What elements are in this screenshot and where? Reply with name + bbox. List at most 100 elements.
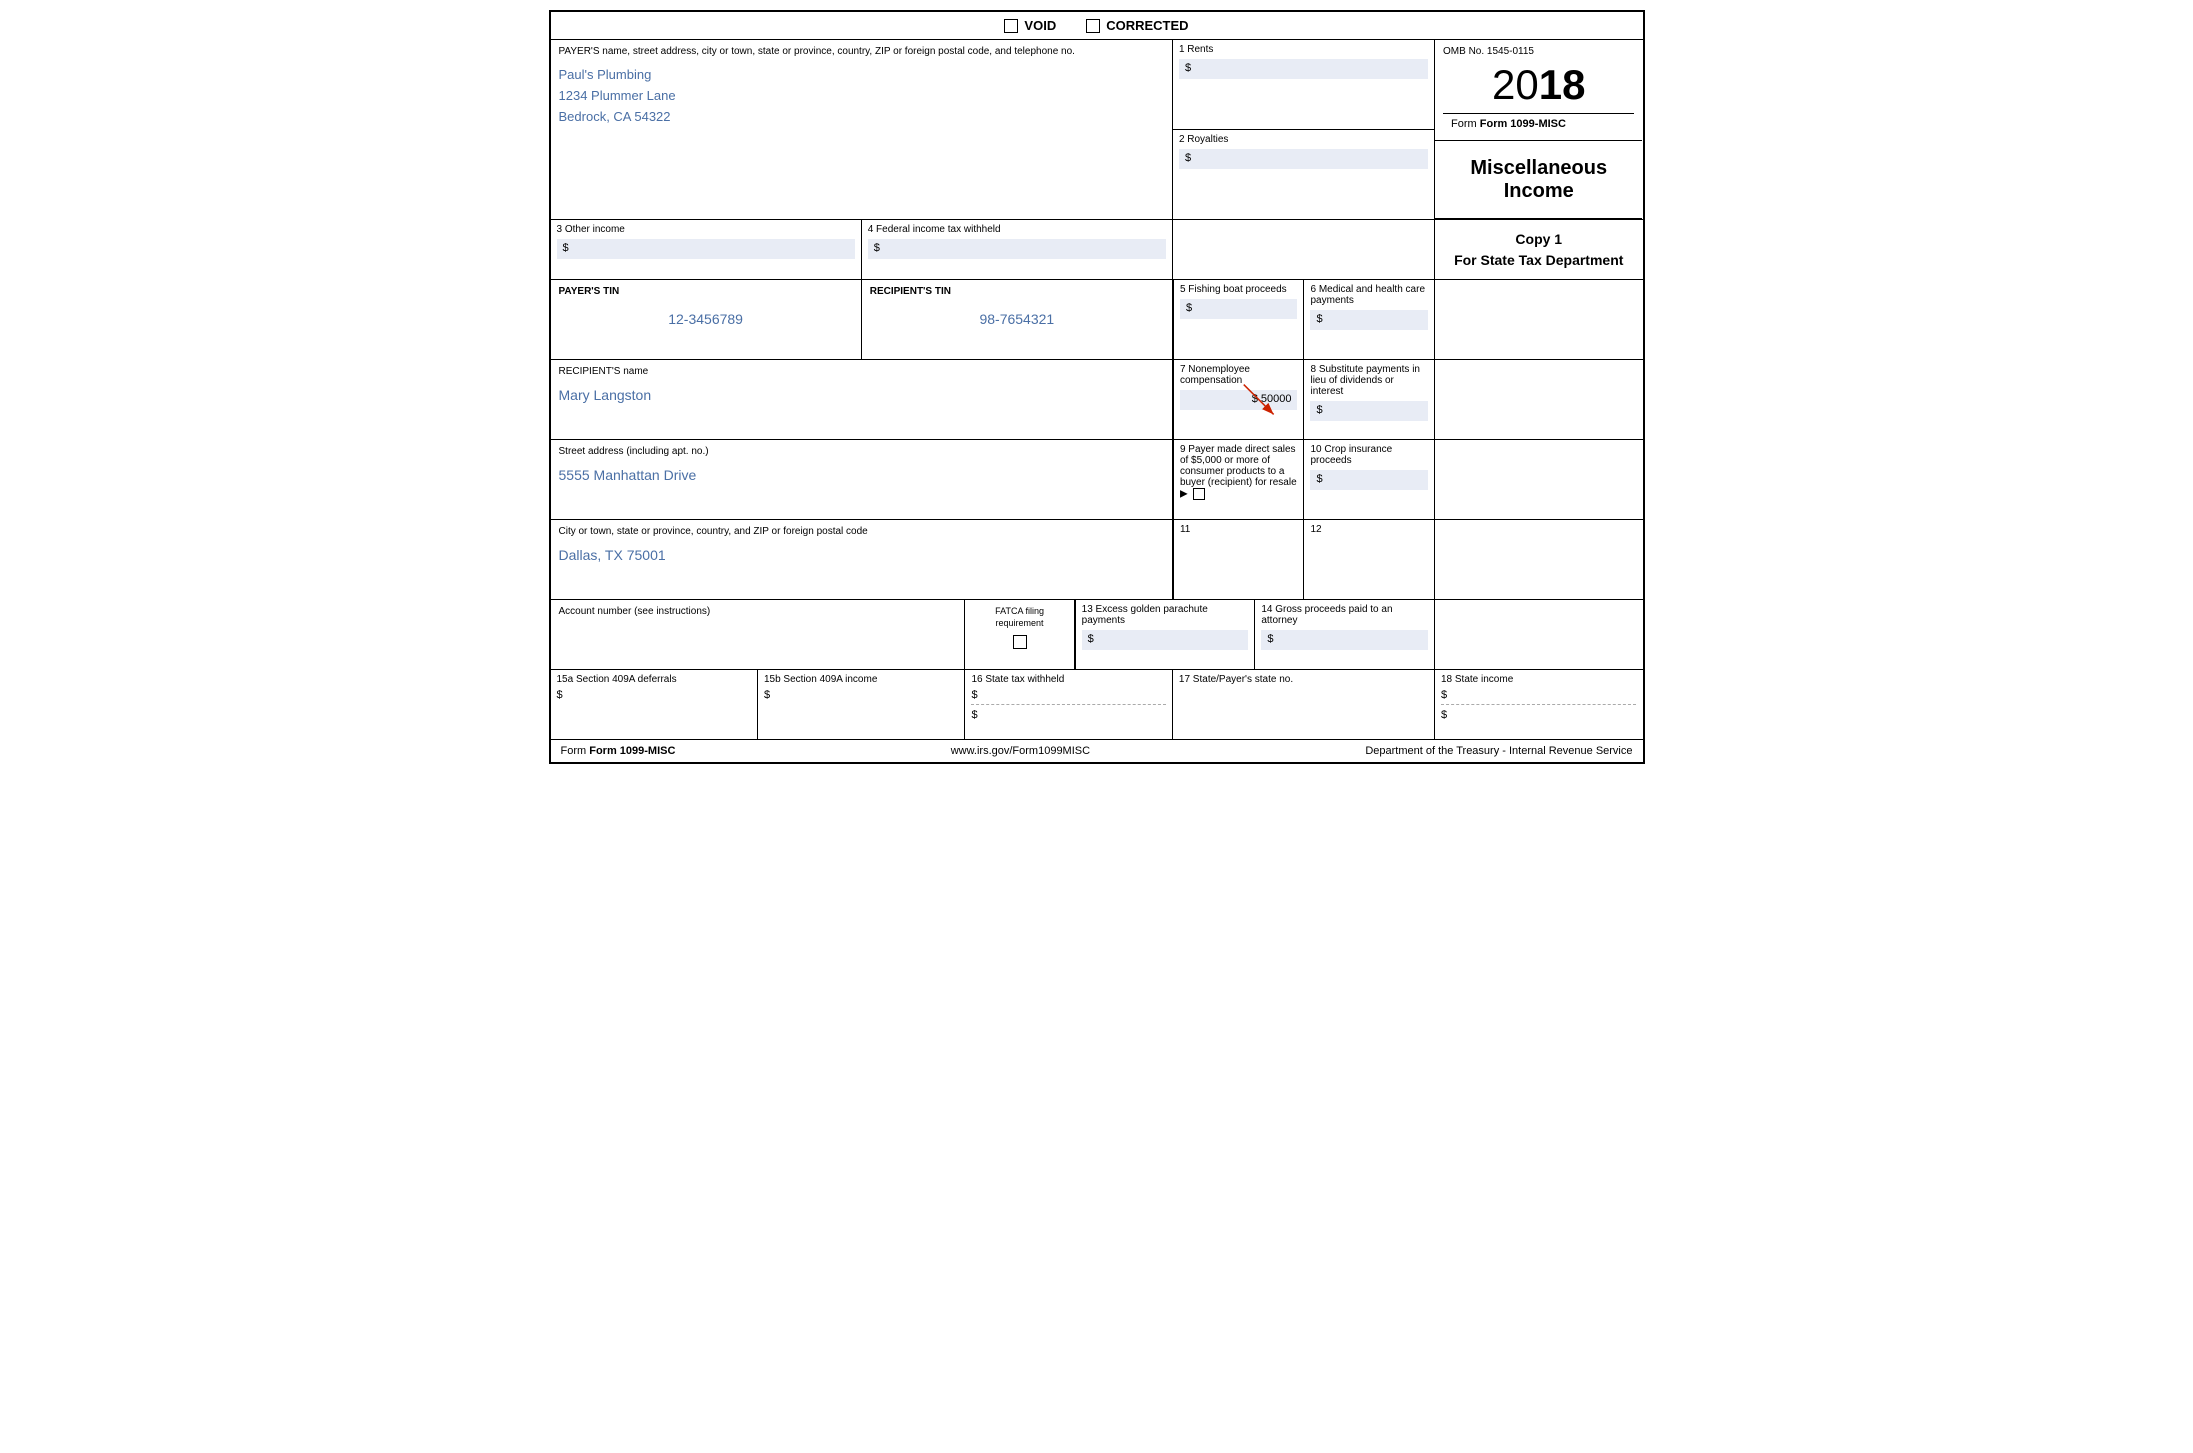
dollar-18b: $ <box>1441 709 1447 721</box>
box17: 17 State/Payer's state no. <box>1173 670 1435 739</box>
box2: 2 Royalties $ <box>1173 130 1434 219</box>
box1-label: 1 Rents <box>1179 44 1428 55</box>
box13: 13 Excess golden parachute payments $ <box>1076 600 1256 669</box>
dollar-16a: $ <box>971 689 977 701</box>
box18-label: 18 State income <box>1441 674 1636 685</box>
form-name-bold: Form 1099-MISC <box>1480 118 1566 130</box>
boxes-13-14: 13 Excess golden parachute payments $ 14… <box>1075 600 1435 669</box>
box14-label: 14 Gross proceeds paid to an attorney <box>1261 604 1428 626</box>
box1: 1 Rents $ <box>1173 40 1434 130</box>
dollar-sign: $ <box>1185 62 1191 74</box>
corrected-item: CORRECTED <box>1086 18 1188 33</box>
copy1-block: Copy 1 For State Tax Department <box>1435 220 1642 279</box>
recipient-tin-block: RECIPIENT'S TIN 98-7654321 <box>862 280 1173 359</box>
box8-value: $ <box>1310 401 1428 421</box>
right-panel: OMB No. 1545-0115 2018 Form Form 1099-MI… <box>1435 40 1642 219</box>
box4-value: $ <box>868 239 1166 259</box>
copy1-label: Copy 1 <box>1454 229 1623 250</box>
row-recipient-name: RECIPIENT'S name Mary Langston 7 Nonempl… <box>551 360 1643 440</box>
year-suffix: 18 <box>1539 61 1586 109</box>
box15a-label: 15a Section 409A deferrals <box>557 674 751 685</box>
box17-label: 17 State/Payer's state no. <box>1179 674 1428 685</box>
misc-income-label: Miscellaneous Income <box>1435 141 1642 219</box>
street-value: 5555 Manhattan Drive <box>559 467 1164 483</box>
copy-for-label: For State Tax Department <box>1454 250 1623 271</box>
payer-city: Bedrock, CA 54322 <box>559 107 1164 128</box>
void-checkbox[interactable] <box>1004 19 1018 33</box>
box9-checkbox[interactable] <box>1193 488 1205 500</box>
recipient-tin-value: 98-7654321 <box>870 311 1164 327</box>
box3: 3 Other income $ <box>551 220 862 279</box>
account-block: Account number (see instructions) <box>551 600 966 669</box>
footer: Form Form 1099-MISC www.irs.gov/Form1099… <box>551 740 1643 762</box>
row-boxes-3-4: 3 Other income $ 4 Federal income tax wi… <box>551 220 1643 280</box>
boxes-5-6: 5 Fishing boat proceeds $ 6 Medical and … <box>1173 280 1435 359</box>
header-row: VOID CORRECTED <box>551 12 1643 40</box>
corrected-label: CORRECTED <box>1106 18 1188 33</box>
box16-label: 16 State tax withheld <box>971 674 1165 685</box>
year-display: 2018 <box>1443 57 1634 113</box>
row-payer: PAYER'S name, street address, city or to… <box>551 40 1643 220</box>
box16: 16 State tax withheld $ $ <box>965 670 1172 739</box>
copy1-continuation <box>1435 280 1642 359</box>
recipient-name-value: Mary Langston <box>559 387 1164 403</box>
dollar-15a: $ <box>557 689 563 701</box>
box11: 11 <box>1174 520 1305 599</box>
row-account-right <box>1435 600 1642 669</box>
box2-value: $ <box>1179 149 1428 169</box>
form-name-label: Form Form 1099-MISC <box>1443 113 1634 134</box>
box6-value: $ <box>1310 310 1428 330</box>
dollar-16b: $ <box>971 709 977 721</box>
boxes-9-10: 9 Payer made direct sales of $5,000 or m… <box>1173 440 1435 519</box>
payer-address: 1234 Plummer Lane <box>559 86 1164 107</box>
box15b: 15b Section 409A income $ <box>758 670 965 739</box>
dollar-15b: $ <box>764 689 770 701</box>
boxes-7-8: 7 Nonemployee compensation $ 50000 <box>1173 360 1435 439</box>
fatca-checkbox[interactable] <box>1013 635 1027 649</box>
box13-value: $ <box>1082 630 1249 650</box>
payer-tin-value: 12-3456789 <box>559 311 853 327</box>
box3-value: $ <box>557 239 855 259</box>
corrected-checkbox[interactable] <box>1086 19 1100 33</box>
payer-data: Paul's Plumbing 1234 Plummer Lane Bedroc… <box>559 65 1164 127</box>
fatca-label: FATCA filing requirement <box>973 606 1065 629</box>
box7: 7 Nonemployee compensation $ 50000 <box>1174 360 1305 439</box>
box7-label: 7 Nonemployee compensation <box>1180 364 1298 386</box>
box5: 5 Fishing boat proceeds $ <box>1174 280 1305 359</box>
recipient-name-block: RECIPIENT'S name Mary Langston <box>551 360 1173 439</box>
box14: 14 Gross proceeds paid to an attorney $ <box>1255 600 1434 669</box>
row-recipient-right <box>1435 360 1642 439</box>
spacer-row2 <box>1173 220 1435 279</box>
box13-label: 13 Excess golden parachute payments <box>1082 604 1249 626</box>
footer-form-name: Form Form 1099-MISC <box>561 745 676 757</box>
row-tin: PAYER'S TIN 12-3456789 RECIPIENT'S TIN 9… <box>551 280 1643 360</box>
recipient-tin-label: RECIPIENT'S TIN <box>870 286 1164 297</box>
city-block: City or town, state or province, country… <box>551 520 1173 599</box>
city-label: City or town, state or province, country… <box>559 526 1164 537</box>
dollar-18a: $ <box>1441 689 1447 701</box>
row-street: Street address (including apt. no.) 5555… <box>551 440 1643 520</box>
box10: 10 Crop insurance proceeds $ <box>1304 440 1434 519</box>
footer-dept: Department of the Treasury - Internal Re… <box>1365 745 1632 757</box>
box14-value: $ <box>1261 630 1428 650</box>
box2-label: 2 Royalties <box>1179 134 1428 145</box>
boxes-11-12: 11 12 <box>1173 520 1435 599</box>
box6-label: 6 Medical and health care payments <box>1310 284 1428 306</box>
payer-block: PAYER'S name, street address, city or to… <box>551 40 1173 219</box>
row-street-right <box>1435 440 1642 519</box>
box8-label: 8 Substitute payments in lieu of dividen… <box>1310 364 1428 397</box>
box4-label: 4 Federal income tax withheld <box>868 224 1166 235</box>
box12: 12 <box>1304 520 1434 599</box>
row-15-18: 15a Section 409A deferrals $ 15b Section… <box>551 670 1643 740</box>
payer-tin-label: PAYER'S TIN <box>559 286 853 297</box>
box9: 9 Payer made direct sales of $5,000 or m… <box>1174 440 1305 519</box>
box7-value: $ 50000 <box>1180 390 1298 410</box>
box1-value: $ <box>1179 59 1428 79</box>
year-prefix: 20 <box>1492 61 1539 109</box>
dollar-sign: $ <box>1185 152 1191 164</box>
box4: 4 Federal income tax withheld $ <box>862 220 1172 279</box>
void-label: VOID <box>1024 18 1056 33</box>
footer-form-bold: Form 1099-MISC <box>589 745 675 757</box>
boxes-3-4-left: 3 Other income $ 4 Federal income tax wi… <box>551 220 1173 279</box>
city-value: Dallas, TX 75001 <box>559 547 1164 563</box>
